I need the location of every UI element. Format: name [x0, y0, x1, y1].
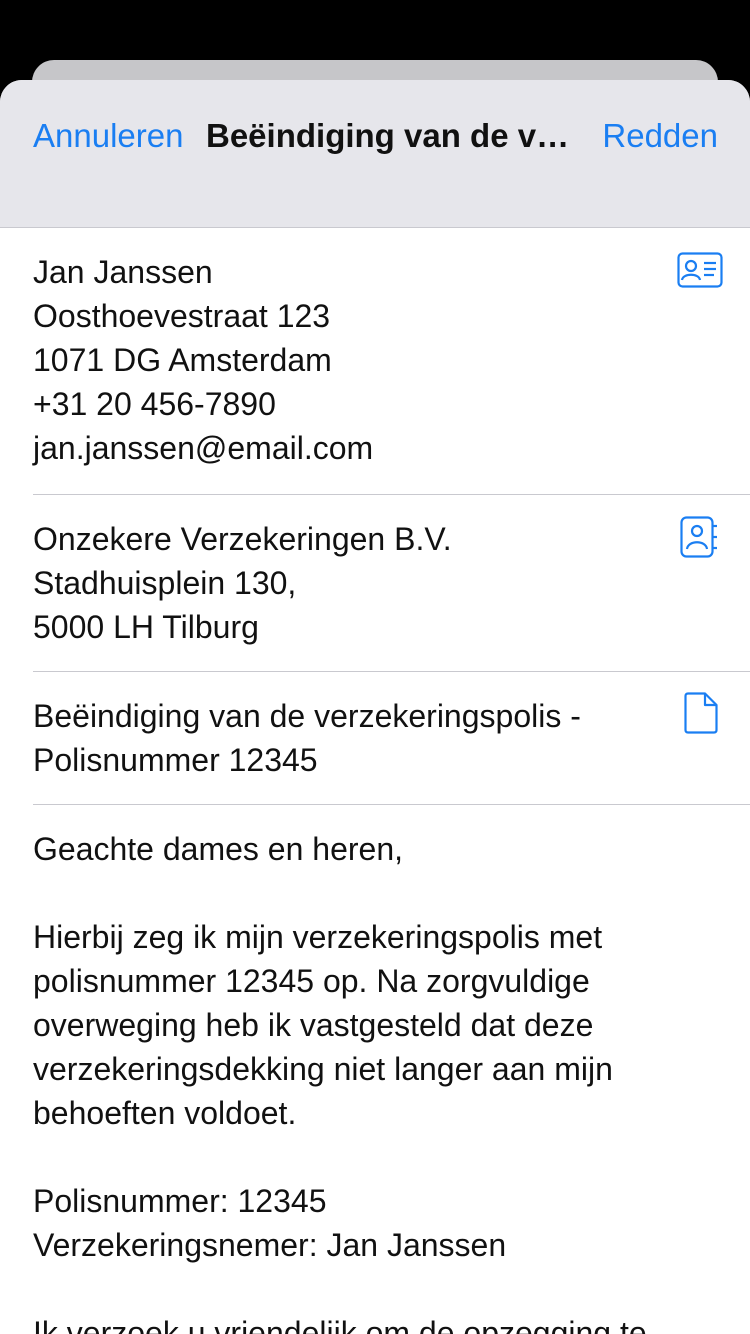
policy-holder-line: Verzekeringsnemer: Jan Janssen [33, 1227, 507, 1263]
address-book-icon[interactable] [680, 516, 718, 558]
sender-name: Jan Janssen [33, 254, 213, 290]
sender-street: Oosthoevestraat 123 [33, 298, 331, 334]
app-screen: Annuleren Beëindiging van de verzekering… [0, 0, 750, 1334]
subject-field[interactable]: Beëindiging van de verzekeringspolis - P… [33, 672, 750, 805]
recipient-street: Stadhuisplein 130, [33, 565, 297, 601]
letter-greeting: Geachte dames en heren, [33, 831, 404, 867]
letter-body[interactable]: Geachte dames en heren, Hierbij zeg ik m… [33, 805, 690, 1334]
recipient-city: 5000 LH Tilburg [33, 609, 259, 645]
navigation-bar: Annuleren Beëindiging van de verzekering… [0, 80, 750, 228]
letter-policy-details: Polisnummer: 12345 Verzekeringsnemer: Ja… [33, 1179, 690, 1267]
letter-paragraph-2: Ik verzoek u vriendelijk om de opzegging… [33, 1315, 647, 1334]
sender-phone: +31 20 456-7890 [33, 386, 276, 422]
letter-editor-sheet: Annuleren Beëindiging van de verzekering… [0, 80, 750, 1334]
sender-email: jan.janssen@email.com [33, 430, 374, 466]
recipient-address-field[interactable]: Onzekere Verzekeringen B.V. Stadhuisplei… [33, 495, 750, 672]
subject-line-2: Polisnummer 12345 [33, 742, 318, 778]
subject-line-1: Beëindiging van de verzekeringspolis - [33, 698, 581, 734]
cancel-button[interactable]: Annuleren [33, 116, 183, 156]
sender-address-field[interactable]: Jan Janssen Oosthoevestraat 123 1071 DG … [33, 228, 750, 495]
page-title: Beëindiging van de verzekeringspolis - P… [206, 117, 582, 154]
recipient-company: Onzekere Verzekeringen B.V. [33, 521, 452, 557]
contact-card-icon[interactable] [677, 250, 723, 290]
policy-number-line: Polisnummer: 12345 [33, 1183, 327, 1219]
sender-city: 1071 DG Amsterdam [33, 342, 332, 378]
letter-paragraph-1: Hierbij zeg ik mijn verzekeringspolis me… [33, 919, 613, 1131]
save-button[interactable]: Redden [602, 116, 718, 156]
document-icon[interactable] [684, 692, 718, 734]
